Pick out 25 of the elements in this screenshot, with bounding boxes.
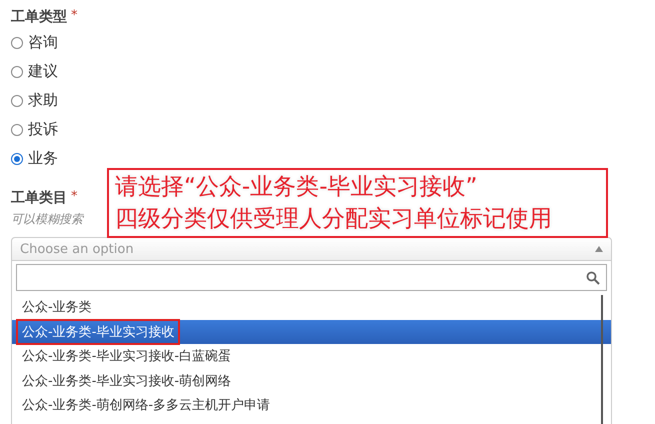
- search-icon: [586, 270, 600, 284]
- dropdown-option[interactable]: 公众-业务类-毕业实习接收-白蓝碗蛋: [18, 345, 236, 368]
- radio-option[interactable]: 求助: [11, 86, 58, 115]
- radio-option[interactable]: 咨询: [11, 28, 58, 57]
- field-label: 工单类型: [11, 8, 67, 26]
- radio-option[interactable]: 建议: [11, 57, 58, 86]
- search-field[interactable]: [16, 264, 607, 291]
- caret-icon: [595, 246, 603, 252]
- radio-button[interactable]: [11, 124, 23, 136]
- radio-button[interactable]: [11, 66, 23, 78]
- radio-button[interactable]: [11, 36, 23, 48]
- dropdown-option[interactable]: 公众-业务类-毕业实习接收-萌创网络: [18, 370, 236, 392]
- required-mark: *: [71, 189, 78, 204]
- required-mark: *: [71, 8, 78, 23]
- annotation-text: 请选择“公众-业务类-毕业实习接收”: [115, 173, 478, 202]
- annotation-text: 四级分类仅供受理人分配实习单位标记使用: [115, 205, 552, 234]
- radio-button[interactable]: [11, 152, 23, 164]
- dropdown-option[interactable]: 公众-业务类: [18, 296, 96, 318]
- scrollbar[interactable]: [601, 295, 603, 424]
- radio-option[interactable]: 投诉: [11, 115, 58, 144]
- radio-button[interactable]: [11, 94, 23, 106]
- field-label: 工单类目: [11, 189, 67, 207]
- radio-option[interactable]: 业务: [11, 144, 58, 173]
- hint-text: 可以模糊搜索: [11, 211, 83, 228]
- dropdown-option[interactable]: 公众-业务类-萌创网络-多多云主机开户申请: [18, 394, 274, 416]
